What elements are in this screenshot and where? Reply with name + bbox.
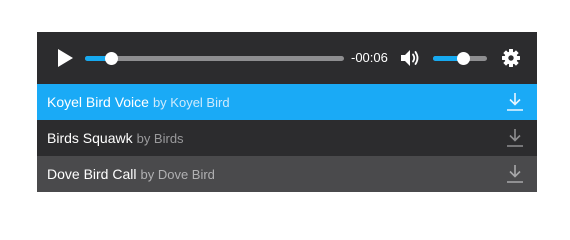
- seek-handle[interactable]: [104, 52, 118, 65]
- track-title: Birds Squawk: [47, 130, 133, 146]
- track-title: Koyel Bird Voice: [47, 94, 149, 110]
- track-title: Dove Bird Call: [47, 166, 137, 182]
- download-icon[interactable]: [506, 128, 524, 148]
- track-artist: by Dove Bird: [140, 167, 215, 182]
- playlist-item[interactable]: Dove Bird Call by Dove Bird: [37, 156, 537, 192]
- volume-handle[interactable]: [456, 52, 470, 65]
- playlist-item[interactable]: Koyel Bird Voice by Koyel Bird: [37, 84, 537, 120]
- download-icon[interactable]: [506, 92, 524, 112]
- track-artist: by Koyel Bird: [152, 95, 230, 110]
- seek-bar[interactable]: [85, 52, 344, 65]
- gear-icon[interactable]: [501, 48, 521, 68]
- play-icon[interactable]: [55, 48, 75, 68]
- volume-slider[interactable]: [433, 52, 487, 65]
- download-icon[interactable]: [506, 164, 524, 184]
- audio-player: -00:06 Koyel Bird Voice by Koyel Bird Bi…: [37, 32, 537, 192]
- player-controls: -00:06: [37, 32, 537, 84]
- track-artist: by Birds: [136, 131, 184, 146]
- playlist-item[interactable]: Birds Squawk by Birds: [37, 120, 537, 156]
- volume-icon[interactable]: [400, 48, 422, 68]
- playlist: Koyel Bird Voice by Koyel Bird Birds Squa…: [37, 84, 537, 192]
- time-remaining: -00:06: [351, 50, 388, 65]
